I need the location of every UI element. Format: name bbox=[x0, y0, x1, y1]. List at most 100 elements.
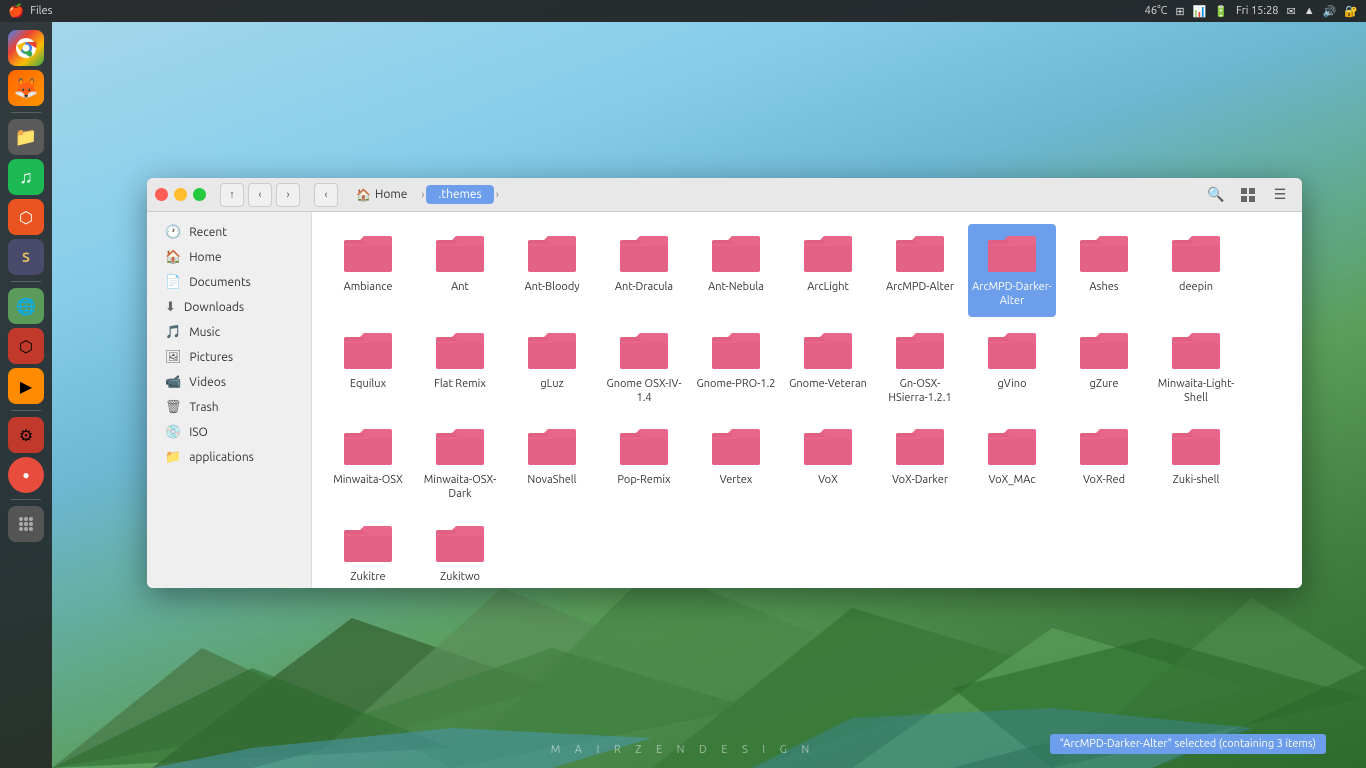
folder-item[interactable]: ArcMPD-Alter bbox=[876, 224, 964, 317]
folder-item[interactable]: VoX_MAc bbox=[968, 417, 1056, 510]
dock-item-circle[interactable]: ● bbox=[8, 457, 44, 493]
music-icon: 🎵 bbox=[165, 325, 181, 340]
downloads-icon: ⬇ bbox=[165, 300, 176, 315]
lock-icon: 🔐 bbox=[1344, 5, 1358, 18]
maximize-button[interactable] bbox=[193, 188, 206, 201]
folder-icon bbox=[342, 522, 394, 566]
dock-item-chrome[interactable] bbox=[8, 30, 44, 66]
trash-icon: 🗑 bbox=[165, 400, 182, 415]
folder-item[interactable]: Minwaita-Light-Shell bbox=[1152, 321, 1240, 414]
folder-icon bbox=[894, 232, 946, 276]
view-toggle-button[interactable] bbox=[1234, 181, 1262, 209]
close-button[interactable] bbox=[155, 188, 168, 201]
temp-indicator: 46°C bbox=[1145, 5, 1168, 17]
folder-item[interactable]: Minwaita-OSX-Dark bbox=[416, 417, 504, 510]
menu-button[interactable]: ☰ bbox=[1266, 181, 1294, 209]
breadcrumb-home[interactable]: 🏠 Home bbox=[344, 185, 419, 205]
folder-label: gZure bbox=[1090, 377, 1119, 391]
folder-item[interactable]: VoX-Darker bbox=[876, 417, 964, 510]
iso-icon: 💿 bbox=[165, 425, 181, 440]
folder-item[interactable]: gVino bbox=[968, 321, 1056, 414]
nav-forward-button[interactable]: › bbox=[276, 183, 300, 207]
folder-label: VoX bbox=[818, 473, 838, 487]
dock-item-hexagon[interactable]: ⬡ bbox=[8, 328, 44, 364]
folder-item[interactable]: ArcLight bbox=[784, 224, 872, 317]
folder-label: ArcLight bbox=[807, 280, 849, 294]
recent-icon: 🕐 bbox=[165, 225, 181, 240]
sidebar-item-home[interactable]: 🏠 Home bbox=[151, 245, 307, 270]
dock-item-files[interactable]: 📁 bbox=[8, 119, 44, 155]
folder-icon bbox=[1078, 425, 1130, 469]
folder-label: VoX_MAc bbox=[988, 473, 1035, 487]
chart-icon: 📊 bbox=[1193, 5, 1207, 18]
folder-label: Ant-Dracula bbox=[615, 280, 673, 294]
folder-item[interactable]: Ant-Nebula bbox=[692, 224, 780, 317]
apple-logo[interactable]: 🍎 bbox=[8, 4, 24, 19]
folder-item[interactable]: Gn-OSX-HSierra-1.2.1 bbox=[876, 321, 964, 414]
nav-back-button[interactable]: ‹ bbox=[248, 183, 272, 207]
dock-item-vpn[interactable]: 🌐 bbox=[8, 288, 44, 324]
folder-item[interactable]: Gnome OSX-IV-1.4 bbox=[600, 321, 688, 414]
folder-label: VoX-Darker bbox=[892, 473, 948, 487]
dock-item-sublimetext[interactable]: S bbox=[8, 239, 44, 275]
folder-icon bbox=[986, 425, 1038, 469]
folder-item[interactable]: Flat Remix bbox=[416, 321, 504, 414]
folder-label: Flat Remix bbox=[434, 377, 486, 391]
sidebar-item-videos[interactable]: 📹 Videos bbox=[151, 370, 307, 395]
folder-item[interactable]: Pop-Remix bbox=[600, 417, 688, 510]
dock-item-ubuntu[interactable]: ⬡ bbox=[8, 199, 44, 235]
folder-item[interactable]: VoX bbox=[784, 417, 872, 510]
nav-left-button[interactable]: ‹ bbox=[314, 183, 338, 207]
folder-item[interactable]: Zukitwo bbox=[416, 514, 504, 588]
folder-item[interactable]: Minwaita-OSX bbox=[324, 417, 412, 510]
folder-item[interactable]: Gnome-PRO-1.2 bbox=[692, 321, 780, 414]
sidebar-item-recent[interactable]: 🕐 Recent bbox=[151, 220, 307, 245]
home-sidebar-icon: 🏠 bbox=[165, 250, 181, 265]
search-button[interactable]: 🔍 bbox=[1202, 181, 1230, 209]
dock-item-appgrid[interactable] bbox=[8, 506, 44, 542]
sidebar-item-downloads[interactable]: ⬇ Downloads bbox=[151, 295, 307, 320]
breadcrumb-current[interactable]: .themes bbox=[426, 185, 493, 204]
folder-item[interactable]: gZure bbox=[1060, 321, 1148, 414]
folder-icon bbox=[434, 522, 486, 566]
folder-item[interactable]: NovaShell bbox=[508, 417, 596, 510]
battery-icon: 🔋 bbox=[1214, 5, 1228, 18]
sidebar-item-documents[interactable]: 📄 Documents bbox=[151, 270, 307, 295]
folder-label: Gnome-Veteran bbox=[789, 377, 867, 391]
sidebar-item-music[interactable]: 🎵 Music bbox=[151, 320, 307, 345]
folder-label: Minwaita-OSX bbox=[333, 473, 403, 487]
folder-icon bbox=[1078, 329, 1130, 373]
folder-item[interactable]: Ant-Dracula bbox=[600, 224, 688, 317]
folder-label: Ambiance bbox=[344, 280, 393, 294]
folder-label: Minwaita-OSX-Dark bbox=[420, 473, 500, 502]
folder-item[interactable]: Ant-Bloody bbox=[508, 224, 596, 317]
folder-item[interactable]: deepin bbox=[1152, 224, 1240, 317]
folder-label: Gn-OSX-HSierra-1.2.1 bbox=[880, 377, 960, 406]
sidebar-item-pictures[interactable]: 🖼 Pictures bbox=[151, 345, 307, 370]
folder-item[interactable]: Vertex bbox=[692, 417, 780, 510]
dock-item-spotify[interactable]: ♫ bbox=[8, 159, 44, 195]
folder-icon bbox=[894, 425, 946, 469]
folder-item[interactable]: Ashes bbox=[1060, 224, 1148, 317]
file-manager-window: ↑ ‹ › ‹ 🏠 Home › .themes › 🔍 bbox=[147, 178, 1302, 588]
folder-item[interactable]: Equilux bbox=[324, 321, 412, 414]
folder-item[interactable]: gLuz bbox=[508, 321, 596, 414]
folder-icon bbox=[802, 232, 854, 276]
nav-up-button[interactable]: ↑ bbox=[220, 183, 244, 207]
sidebar-item-trash[interactable]: 🗑 Trash bbox=[151, 395, 307, 420]
sidebar-item-iso[interactable]: 💿 ISO bbox=[151, 420, 307, 445]
folder-item[interactable]: Ant bbox=[416, 224, 504, 317]
folder-label: VoX-Red bbox=[1083, 473, 1125, 487]
dock-item-settings[interactable]: ⚙ bbox=[8, 417, 44, 453]
folder-item[interactable]: ArcMPD-Darker-Alter bbox=[968, 224, 1056, 317]
folder-item[interactable]: Zukitre bbox=[324, 514, 412, 588]
minimize-button[interactable] bbox=[174, 188, 187, 201]
folder-item[interactable]: Gnome-Veteran bbox=[784, 321, 872, 414]
folder-item[interactable]: Zuki-shell bbox=[1152, 417, 1240, 510]
folder-label: Equilux bbox=[350, 377, 386, 391]
folder-item[interactable]: Ambiance bbox=[324, 224, 412, 317]
dock-item-vlc[interactable]: ▶ bbox=[8, 368, 44, 404]
sidebar-item-applications[interactable]: 📁 applications bbox=[151, 445, 307, 470]
folder-item[interactable]: VoX-Red bbox=[1060, 417, 1148, 510]
dock-item-firefox[interactable]: 🦊 bbox=[8, 70, 44, 106]
